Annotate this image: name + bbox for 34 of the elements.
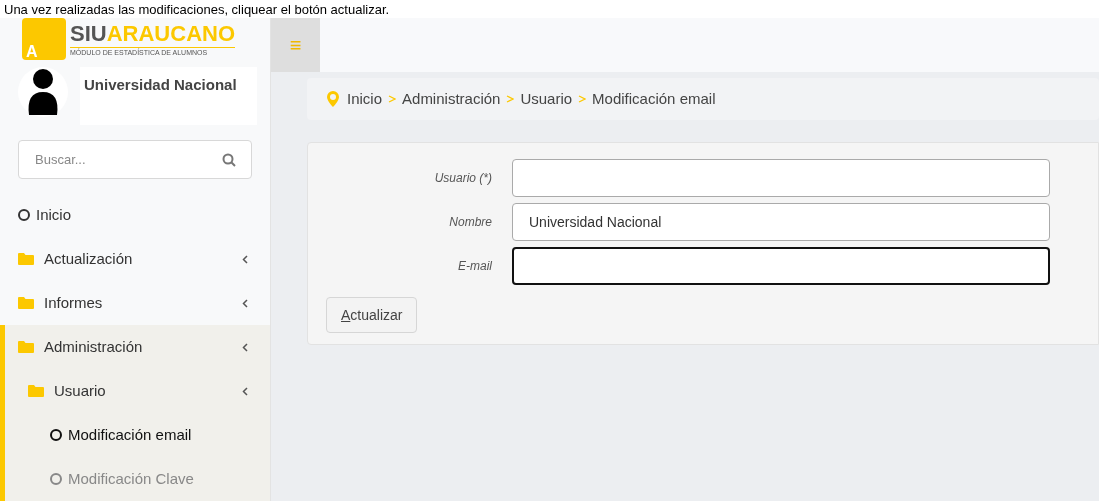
folder-icon [28,385,44,397]
chevron-left-icon [242,298,248,308]
sidebar-item[interactable]: Usuario [5,369,270,413]
folder-icon [18,341,34,353]
search-field[interactable]: Buscar... [18,140,252,179]
breadcrumb-link[interactable]: Usuario [520,87,573,111]
search-icon[interactable] [222,153,236,168]
update-button[interactable]: Actualizar [326,297,418,333]
field-label: Nombre [448,214,493,231]
input-field[interactable] [512,247,1050,285]
folder-icon [18,297,34,309]
sidebar-item[interactable]: Actualización [0,237,270,281]
logo-icon: A [22,18,66,61]
field-label: E-mail [457,258,493,275]
chevron-left-icon [242,254,248,264]
logo-brand-text: ARAUCANO [106,20,235,46]
logo-brand-text: SIU [70,20,107,46]
sidebar-item[interactable]: Modificación email [5,413,270,457]
sidebar-item[interactable]: Inicio [0,193,270,237]
field-label: Usuario (*) [433,170,493,187]
sidebar-item[interactable]: Informes [0,281,270,325]
input-field[interactable]: Universidad Nacional [512,203,1050,241]
chevron-right-icon [388,95,397,103]
chevron-left-icon [242,386,248,396]
location-pin-icon [327,91,339,107]
caption-text: Una vez realizadas las modificaciones, cliquear el botón actualizar. [4,2,390,16]
breadcrumb-link[interactable]: Administración [402,87,501,111]
input-field[interactable] [512,159,1050,197]
user-name: Universidad Nacional [84,75,237,93]
chevron-right-icon [578,95,587,103]
chevron-right-icon [506,95,515,103]
breadcrumb-link[interactable]: Inicio [347,87,383,111]
chevron-left-icon [242,342,248,352]
folder-icon [18,253,34,265]
